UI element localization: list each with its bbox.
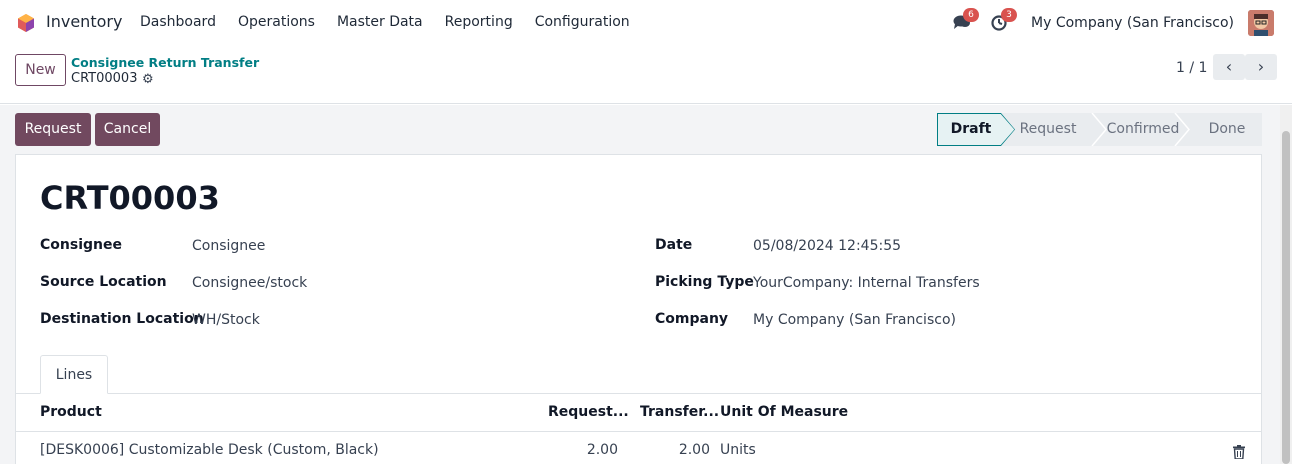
chevron-left-icon: ‹ bbox=[1225, 57, 1233, 76]
scrollbar-thumb[interactable] bbox=[1282, 131, 1290, 464]
column-header-product[interactable]: Product bbox=[40, 404, 102, 420]
status-step-done[interactable]: Done bbox=[1189, 113, 1265, 146]
tabs-divider bbox=[16, 393, 1261, 394]
menu-reporting[interactable]: Reporting bbox=[445, 14, 513, 30]
systray: 6 3 My Company (San Francisco) bbox=[949, 8, 1274, 36]
pager-previous-button[interactable]: ‹ bbox=[1213, 54, 1245, 80]
main-menu: Dashboard Operations Master Data Reporti… bbox=[140, 14, 652, 30]
column-header-requested[interactable]: Request... bbox=[548, 404, 629, 420]
table-header-divider bbox=[16, 431, 1261, 432]
new-button[interactable]: New bbox=[15, 54, 66, 86]
consignee-label: Consignee bbox=[40, 237, 122, 253]
avatar-image bbox=[1248, 10, 1274, 36]
status-bar: Draft Request Confirmed Done bbox=[937, 113, 1262, 146]
record-title: CRT00003 bbox=[40, 179, 220, 217]
breadcrumb-current: CRT00003 bbox=[71, 71, 138, 86]
company-label: Company bbox=[655, 311, 729, 327]
cancel-button[interactable]: Cancel bbox=[95, 113, 160, 146]
chevron-right-icon: › bbox=[1257, 57, 1265, 76]
consignee-field[interactable]: Consignee bbox=[192, 238, 265, 254]
top-navbar: Inventory Dashboard Operations Master Da… bbox=[0, 0, 1292, 46]
column-header-uom[interactable]: Unit Of Measure bbox=[720, 404, 848, 420]
source-location-label: Source Location bbox=[40, 274, 167, 290]
breadcrumb-parent-link[interactable]: Consignee Return Transfer bbox=[71, 55, 259, 70]
status-step-request[interactable]: Request bbox=[1013, 113, 1083, 146]
status-step-draft[interactable]: Draft bbox=[937, 113, 1005, 146]
row-transferred[interactable]: 2.00 bbox=[668, 442, 710, 458]
user-avatar[interactable] bbox=[1248, 10, 1274, 36]
source-location-field[interactable]: Consignee/stock bbox=[192, 275, 307, 291]
request-button[interactable]: Request bbox=[15, 113, 91, 146]
activities-badge: 3 bbox=[1001, 8, 1018, 22]
menu-dashboard[interactable]: Dashboard bbox=[140, 14, 216, 30]
row-requested[interactable]: 2.00 bbox=[576, 442, 618, 458]
inventory-logo-icon[interactable] bbox=[16, 13, 36, 33]
company-field[interactable]: My Company (San Francisco) bbox=[753, 312, 956, 328]
messages-badge: 6 bbox=[963, 8, 980, 22]
company-switcher[interactable]: My Company (San Francisco) bbox=[1031, 15, 1234, 31]
menu-master-data[interactable]: Master Data bbox=[337, 14, 423, 30]
picking-type-label: Picking Type bbox=[655, 274, 754, 290]
status-step-confirmed[interactable]: Confirmed bbox=[1099, 113, 1187, 146]
trash-icon[interactable] bbox=[1233, 445, 1245, 459]
form-sheet: CRT00003 Consignee Consignee Source Loca… bbox=[15, 154, 1262, 464]
page-scrollbar[interactable] bbox=[1280, 105, 1292, 464]
date-label: Date bbox=[655, 237, 693, 253]
date-field[interactable]: 05/08/2024 12:45:55 bbox=[753, 238, 901, 254]
menu-configuration[interactable]: Configuration bbox=[535, 14, 630, 30]
pager-value[interactable]: 1 / 1 bbox=[1176, 60, 1207, 76]
column-header-transferred[interactable]: Transfer... bbox=[640, 404, 719, 420]
tab-lines[interactable]: Lines bbox=[40, 355, 108, 394]
activities-button[interactable]: 3 bbox=[987, 8, 1018, 36]
row-uom[interactable]: Units bbox=[720, 442, 756, 458]
messages-button[interactable]: 6 bbox=[949, 8, 980, 36]
pager-next-button[interactable]: › bbox=[1245, 54, 1277, 80]
app-name[interactable]: Inventory bbox=[46, 12, 122, 31]
row-product[interactable]: [DESK0006] Customizable Desk (Custom, Bl… bbox=[40, 442, 379, 458]
picking-type-field[interactable]: YourCompany: Internal Transfers bbox=[753, 275, 980, 291]
gear-icon[interactable]: ⚙ bbox=[142, 72, 154, 87]
destination-location-label: Destination Location bbox=[40, 311, 204, 327]
menu-operations[interactable]: Operations bbox=[238, 14, 315, 30]
destination-location-field[interactable]: WH/Stock bbox=[192, 312, 260, 328]
control-panel: New Consignee Return Transfer CRT00003 ⚙… bbox=[0, 46, 1292, 104]
